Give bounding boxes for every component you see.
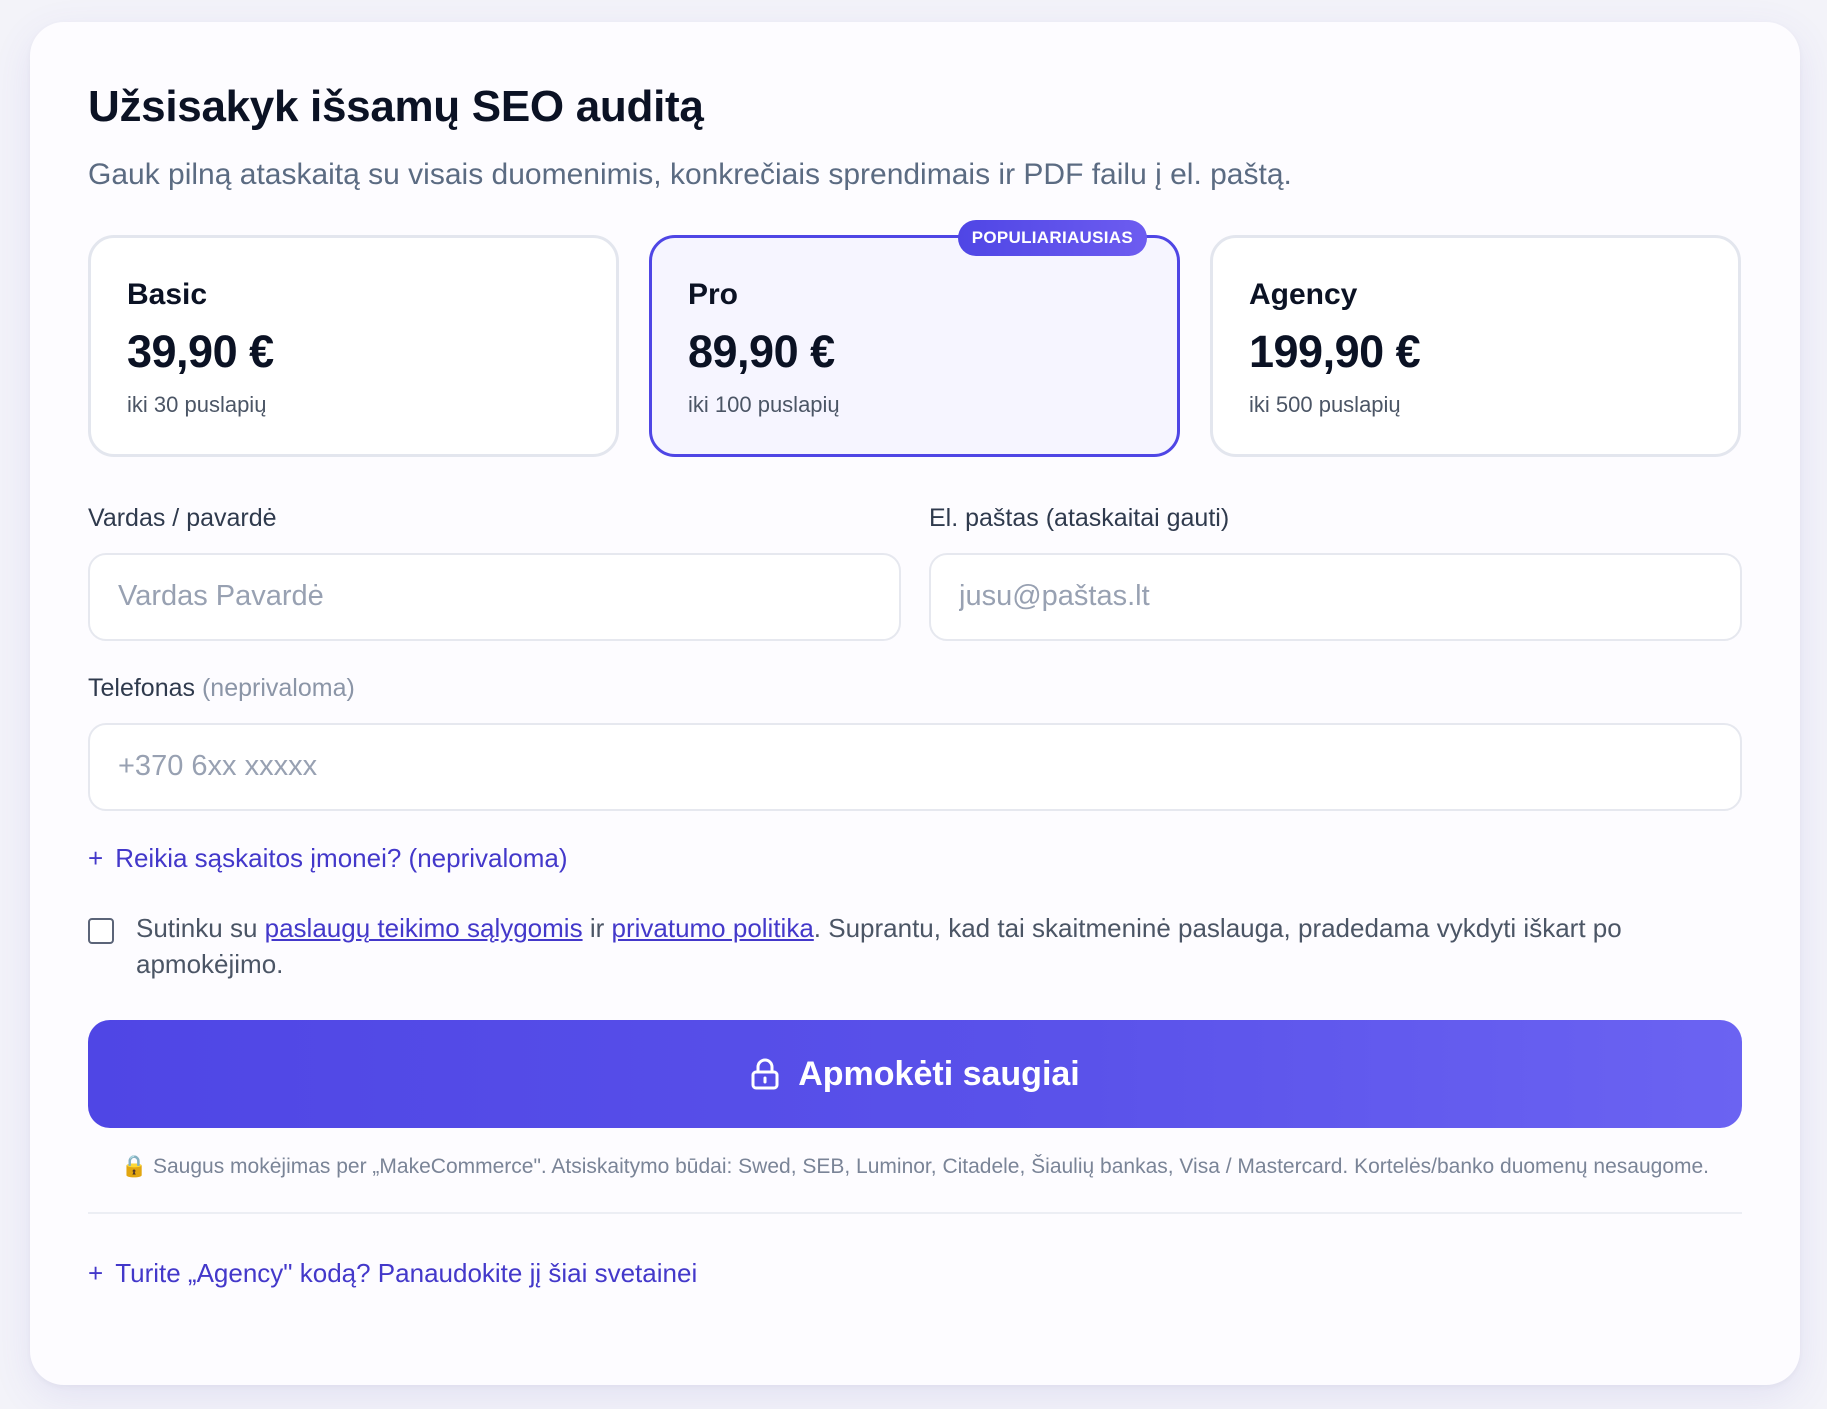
privacy-link[interactable]: privatumo politika — [611, 913, 813, 943]
plan-card-agency[interactable]: Agency 199,90 € iki 500 puslapių — [1210, 234, 1741, 457]
plan-card-basic[interactable]: Basic 39,90 € iki 30 puslapių — [88, 234, 619, 457]
consent-prefix: Sutinku su — [136, 912, 258, 943]
email-label: El. paštas (ataskaitai gauti) — [929, 503, 1230, 532]
plan-name: Pro — [688, 277, 739, 311]
plan-pages: iki 100 puslapių — [688, 391, 840, 417]
plan-pages: iki 500 puslapių — [1249, 391, 1401, 417]
plan-price: 39,90 € — [127, 325, 274, 377]
order-card: Užsisakyk išsamų SEO auditą Gauk pilną a… — [30, 22, 1800, 1385]
agency-code-toggle[interactable]: + Turite „Agency" kodą? Panaudokite jį ši… — [88, 1258, 697, 1289]
pay-button[interactable]: Apmokėti saugiai — [88, 1020, 1742, 1129]
secure-payment-note: 🔒 Saugus mokėjimas per „MakeCommerce". A… — [88, 1152, 1742, 1181]
secure-payment-text: Saugus mokėjimas per „MakeCommerce". Ats… — [153, 1155, 1709, 1179]
plan-selector: Basic 39,90 € iki 30 puslapių POPULIARIA… — [88, 219, 1742, 457]
invoice-toggle[interactable]: + Reikia sąskaitos įmonei? (neprivaloma) — [88, 843, 567, 874]
phone-label: Telefonas (neprivaloma) — [88, 674, 355, 702]
agency-code-label: Turite „Agency" kodą? Panaudokite jį šia… — [115, 1257, 698, 1288]
popular-badge: POPULIARIAUSIAS — [957, 219, 1147, 256]
plus-icon: + — [88, 1257, 104, 1288]
consent-and: ir — [589, 912, 605, 943]
terms-link[interactable]: paslaugų teikimo sąlygomis — [265, 913, 583, 943]
plan-name: Agency — [1249, 277, 1358, 311]
email-field-group: El. paštas (ataskaitai gauti) — [929, 503, 1742, 641]
phone-optional-hint: (neprivaloma) — [201, 673, 355, 702]
padlock-icon: 🔒 — [121, 1155, 148, 1179]
name-field-group: Vardas / pavardė — [88, 503, 901, 641]
name-email-row: Vardas / pavardė El. paštas (ataskaitai … — [88, 503, 1742, 641]
invoice-toggle-label: Reikia sąskaitos įmonei? (neprivaloma) — [115, 842, 568, 873]
consent-text: Sutinku su paslaugų teikimo sąlygomis ir… — [136, 910, 1742, 983]
page-subtitle: Gauk pilną ataskaitą su visais duomenimi… — [88, 157, 1292, 191]
pay-button-label: Apmokėti saugiai — [798, 1054, 1080, 1093]
plan-price: 89,90 € — [688, 325, 835, 377]
name-label: Vardas / pavardė — [88, 503, 277, 532]
consent-row: Sutinku su paslaugų teikimo sąlygomis ir… — [88, 910, 1742, 983]
consent-checkbox[interactable] — [88, 917, 114, 944]
phone-input[interactable] — [88, 722, 1742, 811]
phone-label-text: Telefonas — [88, 673, 196, 702]
plan-pages: iki 30 puslapių — [127, 391, 267, 417]
plan-name: Basic — [127, 277, 208, 311]
phone-field-group: Telefonas (neprivaloma) — [88, 673, 1742, 811]
plus-icon: + — [88, 842, 104, 873]
plan-card-pro[interactable]: POPULIARIAUSIAS Pro 89,90 € iki 100 pusl… — [649, 219, 1180, 457]
name-input[interactable] — [88, 552, 901, 641]
lock-icon — [751, 1058, 779, 1090]
plan-price: 199,90 € — [1249, 325, 1421, 377]
divider — [88, 1211, 1742, 1214]
page-title: Užsisakyk išsamų SEO auditą — [88, 82, 704, 131]
email-input[interactable] — [929, 552, 1742, 641]
